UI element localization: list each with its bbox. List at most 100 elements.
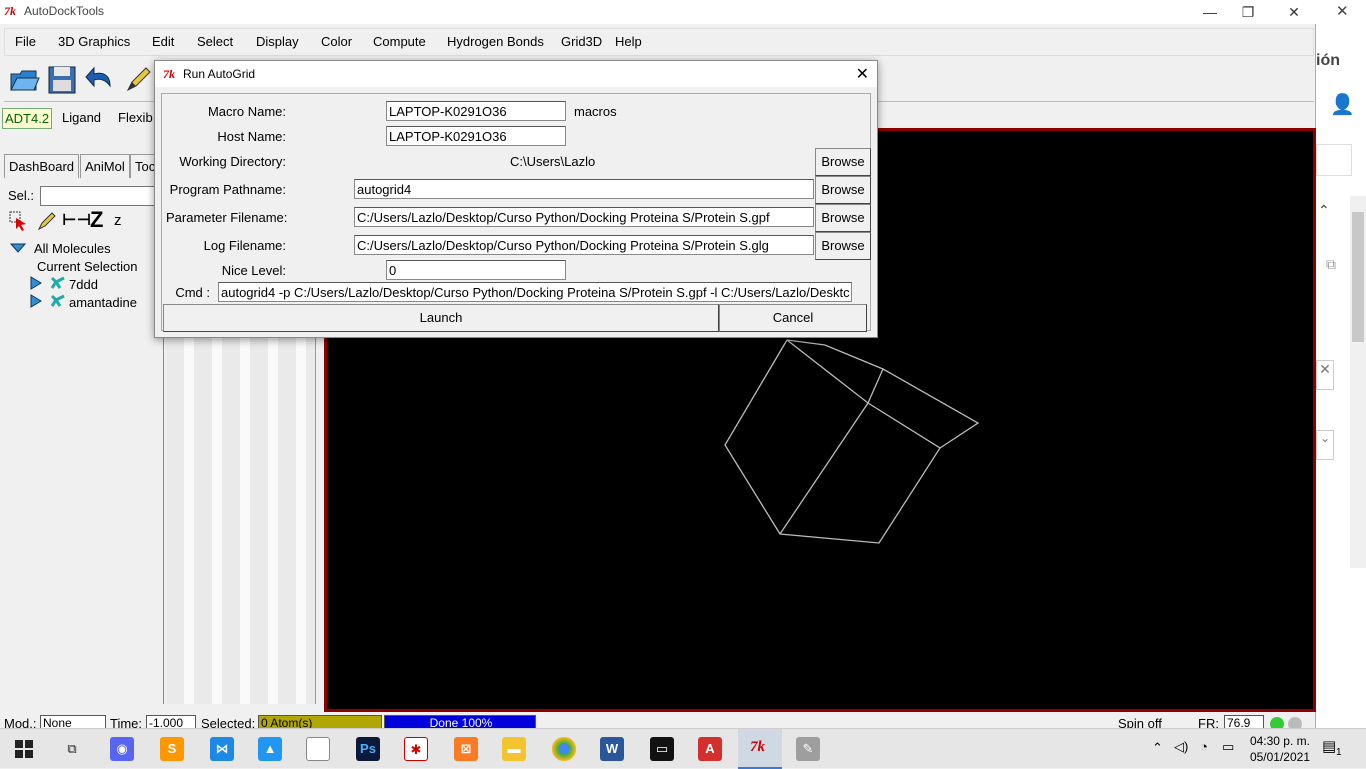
menu-edit[interactable]: Edit	[152, 34, 174, 49]
menu-select[interactable]: Select	[197, 34, 233, 49]
tk-taskbar-active-icon[interactable]: 7k	[738, 729, 782, 769]
working-directory-value: C:\Users\Lazlo	[510, 154, 596, 169]
pencil-icon[interactable]	[122, 62, 154, 96]
close-button[interactable]: ✕	[1280, 2, 1308, 22]
log-filename-field[interactable]: C:/Users/Lazlo/Desktop/Curso Python/Dock…	[354, 235, 814, 255]
scrollbar-thumb[interactable]	[1352, 212, 1364, 342]
chevron-up-icon[interactable]: ⌃	[1318, 202, 1330, 219]
working-directory-label: Working Directory:	[179, 154, 286, 169]
minimize-button[interactable]: —	[1196, 2, 1224, 22]
sublime-icon[interactable]: S	[160, 737, 184, 761]
xampp-icon[interactable]: ⊠	[454, 737, 478, 761]
discord-icon[interactable]: ◉	[110, 737, 134, 761]
file-explorer-icon[interactable]: ▬	[502, 737, 526, 761]
task-view-icon[interactable]: ⧉	[60, 737, 84, 761]
windows-taskbar: ⧉ ◉ S ⋈ ▲ Ps ✱ ⊠ ▬ W ▭ A 7k ✎ ⌃ ◁) ◔ ▭ 0…	[0, 728, 1366, 769]
menu-hydrogen-bonds[interactable]: Hydrogen Bonds	[447, 34, 544, 49]
macro-name-field[interactable]: LAPTOP-K0291O36	[386, 101, 566, 121]
add-person-icon[interactable]: 👤	[1330, 92, 1355, 117]
pencil-small-icon[interactable]	[36, 210, 58, 232]
menu-display[interactable]: Display	[256, 34, 299, 49]
time-field[interactable]: -1.000	[146, 715, 196, 728]
tab-dashboard[interactable]: DashBoard	[4, 154, 80, 178]
menu-grid3d[interactable]: Grid3D	[561, 34, 602, 49]
windows-start-icon[interactable]	[14, 739, 34, 759]
mod-field[interactable]: None	[40, 715, 106, 728]
browse-parameter-button[interactable]: Browse	[815, 204, 871, 232]
background-close-icon[interactable]: ✕	[1336, 2, 1349, 20]
paint-icon[interactable]: ✎	[796, 737, 820, 761]
parameter-filename-field[interactable]: C:/Users/Lazlo/Desktop/Curso Python/Dock…	[354, 207, 814, 227]
save-icon[interactable]	[46, 62, 78, 96]
status-light-green-icon	[1270, 717, 1284, 728]
terminal-icon[interactable]: ▭	[650, 737, 674, 761]
molecule-icon	[50, 294, 66, 311]
dismiss-icon[interactable]: ✕	[1316, 360, 1334, 390]
open-folder-icon[interactable]	[8, 62, 40, 96]
tree-current-selection[interactable]: Current Selection	[37, 259, 137, 274]
dialog-title-bar: 7k Run AutoGrid ✕	[155, 61, 877, 87]
z-large-icon[interactable]: Z	[90, 207, 103, 233]
browse-program-button[interactable]: Browse	[815, 176, 871, 204]
copy-icon[interactable]: ⧉	[1326, 256, 1336, 273]
menu-color[interactable]: Color	[321, 34, 352, 49]
vscode-icon[interactable]: ⋈	[210, 737, 234, 761]
program-pathname-label: Program Pathname:	[169, 182, 286, 197]
app-title: AutoDockTools	[24, 4, 105, 18]
wifi-icon[interactable]: ◔	[1200, 739, 1208, 754]
chevron-down-icon[interactable]: ⌄	[1316, 430, 1334, 460]
dashboard-panel: DashBoard AniMol Toc Sel.: ⊢⊣ Z z All Mo…	[2, 152, 164, 704]
menu-compute[interactable]: Compute	[373, 34, 426, 49]
tree-all-molecules[interactable]: All Molecules	[34, 241, 111, 256]
tree-expand-7ddd-icon[interactable]	[30, 276, 42, 293]
launch-button[interactable]: Launch	[163, 304, 719, 332]
photoshop-icon[interactable]: Ps	[356, 737, 380, 761]
acrobat-icon[interactable]: A	[698, 737, 722, 761]
dialog-close-icon[interactable]: ✕	[856, 64, 869, 84]
dialog-body: Macro Name: LAPTOP-K0291O36 macros Host …	[161, 93, 871, 332]
menu-file[interactable]: File	[15, 34, 36, 49]
maximize-button[interactable]: ❐	[1234, 2, 1262, 22]
word-icon[interactable]: W	[600, 737, 624, 761]
program-pathname-field[interactable]: autogrid4	[354, 179, 814, 199]
mod-label: Mod.:	[4, 716, 37, 728]
cmd-field[interactable]: autogrid4 -p C:/Users/Lazlo/Desktop/Curs…	[218, 282, 852, 302]
browse-log-button[interactable]: Browse	[815, 232, 871, 260]
tree-expand-root-icon[interactable]	[9, 241, 27, 256]
nice-level-field[interactable]: 0	[386, 260, 566, 280]
tab-animol[interactable]: AniMol	[80, 154, 130, 178]
cancel-button[interactable]: Cancel	[719, 304, 867, 332]
system-clock[interactable]: 04:30 p. m. 05/01/2021	[1250, 733, 1310, 765]
tk-logo-icon: 7k	[4, 4, 16, 18]
tree-molecule-amantadine[interactable]: amantadine	[69, 295, 137, 310]
measure-distance-icon[interactable]: ⊢⊣	[62, 210, 91, 230]
select-cursor-icon[interactable]	[8, 210, 30, 232]
nice-level-label: Nice Level:	[221, 263, 286, 278]
selected-label: Selected:	[201, 716, 256, 728]
flexible-tab[interactable]: Flexib	[118, 110, 153, 125]
tree-molecule-7ddd[interactable]: 7ddd	[69, 277, 98, 292]
speaker-icon[interactable]: ◁)	[1174, 739, 1188, 755]
file-icon[interactable]	[306, 737, 330, 761]
z-small-icon[interactable]: z	[114, 212, 122, 229]
background-input[interactable]	[1316, 144, 1352, 176]
spin-label[interactable]: Spin off	[1118, 716, 1162, 728]
undo-icon[interactable]	[84, 62, 116, 96]
menu-3d-graphics[interactable]: 3D Graphics	[58, 34, 130, 49]
tray-chevron-up-icon[interactable]: ⌃	[1152, 740, 1163, 756]
host-name-field[interactable]: LAPTOP-K0291O36	[386, 126, 566, 146]
selection-label: Sel.:	[8, 188, 35, 203]
chrome-icon[interactable]	[552, 737, 576, 761]
battery-icon[interactable]: ▭	[1222, 739, 1234, 755]
drive-icon[interactable]: ▲	[258, 737, 282, 761]
molecule-app-icon[interactable]: ✱	[404, 737, 428, 761]
menu-help[interactable]: Help	[615, 34, 642, 49]
ligand-tab[interactable]: Ligand	[62, 110, 101, 125]
clock-time: 04:30 p. m.	[1249, 734, 1310, 748]
browse-working-directory-button[interactable]: Browse	[815, 148, 871, 176]
title-bar: 7k AutoDockTools — ❐ ✕	[0, 0, 1316, 24]
selection-input[interactable]	[40, 186, 164, 206]
adt-version-tab[interactable]: ADT4.2	[2, 108, 53, 129]
tree-expand-amantadine-icon[interactable]	[30, 294, 42, 311]
notifications-icon[interactable]: ▤	[1322, 737, 1336, 755]
